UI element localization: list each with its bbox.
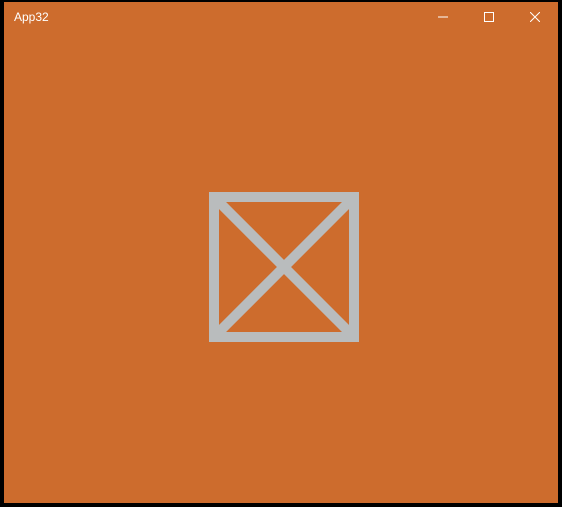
- close-button[interactable]: [512, 2, 558, 32]
- window-controls: [420, 2, 558, 32]
- image-placeholder: [209, 192, 359, 342]
- window-title: App32: [4, 10, 420, 24]
- minimize-button[interactable]: [420, 2, 466, 32]
- maximize-button[interactable]: [466, 2, 512, 32]
- client-area: [4, 32, 558, 503]
- titlebar[interactable]: App32: [4, 2, 558, 32]
- placeholder-icon: [209, 192, 359, 342]
- app-window: App32: [4, 2, 558, 503]
- close-icon: [530, 12, 540, 22]
- minimize-icon: [438, 12, 448, 22]
- maximize-icon: [484, 12, 494, 22]
